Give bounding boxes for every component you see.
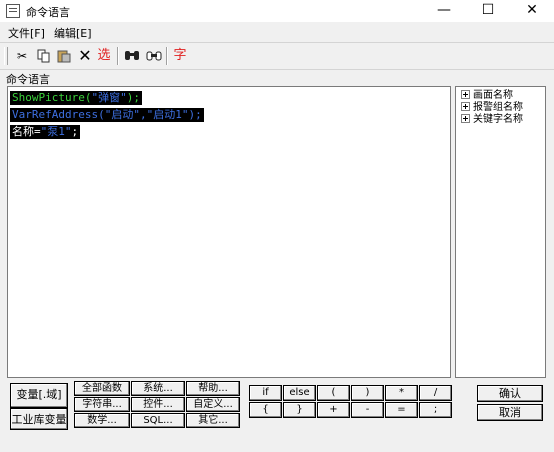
op-minus-button[interactable]: - xyxy=(351,402,384,418)
tree-item-alarm-group-names[interactable]: 报警组名称 xyxy=(461,101,523,114)
op-lparen-button[interactable]: ( xyxy=(317,385,350,401)
string-button[interactable]: 字符串... xyxy=(74,397,130,412)
code-line: 名称="泵1"; xyxy=(10,125,81,139)
system-button[interactable]: 系统... xyxy=(131,381,185,396)
op-multiply-button[interactable]: * xyxy=(385,385,418,401)
custom-button[interactable]: 自定义... xyxy=(186,397,240,412)
toolbar-grip[interactable] xyxy=(4,47,8,65)
delete-icon[interactable]: ✕ xyxy=(77,47,93,65)
find-icon[interactable] xyxy=(124,47,140,65)
font-icon[interactable]: 字 xyxy=(172,47,188,65)
cut-icon[interactable]: ✂ xyxy=(14,47,30,65)
math-button[interactable]: 数学... xyxy=(74,413,130,428)
app-icon xyxy=(6,4,20,18)
tree-item-keyword-names[interactable]: 关键字名称 xyxy=(461,113,523,126)
menu-bar: 文件[F] 编辑[E] xyxy=(0,22,554,40)
toolbar-separator xyxy=(166,47,168,65)
cancel-button[interactable]: 取消 xyxy=(477,404,543,421)
section-label: 命令语言 xyxy=(6,73,50,86)
op-if-button[interactable]: if xyxy=(249,385,282,401)
sql-button[interactable]: SQL... xyxy=(131,413,185,428)
copy-icon[interactable] xyxy=(36,47,52,65)
control-button[interactable]: 控件... xyxy=(131,397,185,412)
op-divide-button[interactable]: / xyxy=(419,385,452,401)
all-functions-button[interactable]: 全部函数 xyxy=(74,381,130,396)
select-icon[interactable]: 选 xyxy=(96,47,112,65)
maximize-button[interactable]: ☐ xyxy=(466,0,510,22)
replace-icon[interactable] xyxy=(146,47,162,65)
paste-icon[interactable] xyxy=(56,47,72,65)
op-else-button[interactable]: else xyxy=(283,385,316,401)
op-lbrace-button[interactable]: { xyxy=(249,402,282,418)
code-line: VarRefAddress("启动","启动1"); xyxy=(10,108,204,122)
expand-icon[interactable] xyxy=(461,113,470,123)
op-plus-button[interactable]: + xyxy=(317,402,350,418)
op-rparen-button[interactable]: ) xyxy=(351,385,384,401)
menu-file[interactable]: 文件[F] xyxy=(8,25,45,41)
toolbar: ✂ ✕ 选 字 xyxy=(0,42,554,70)
industrial-db-variable-button[interactable]: 工业库变量 xyxy=(10,408,68,430)
code-line: ShowPicture("弹窗"); xyxy=(10,91,142,105)
window-title: 命令语言 xyxy=(26,6,70,19)
op-equals-button[interactable]: = xyxy=(385,402,418,418)
op-rbrace-button[interactable]: } xyxy=(283,402,316,418)
minimize-button[interactable]: — xyxy=(422,0,466,22)
expand-icon[interactable] xyxy=(461,101,470,111)
expand-icon[interactable] xyxy=(461,89,470,99)
script-editor[interactable]: ShowPicture("弹窗"); VarRefAddress("启动","启… xyxy=(7,86,451,378)
toolbar-separator xyxy=(117,47,119,65)
tree-item-screen-names[interactable]: 画面名称 xyxy=(461,89,513,102)
title-bar: 命令语言 — ☐ ✕ xyxy=(0,0,554,22)
close-button[interactable]: ✕ xyxy=(510,0,554,22)
name-tree: 画面名称 报警组名称 关键字名称 xyxy=(455,86,546,378)
variable-domain-button[interactable]: 变量[.域] xyxy=(10,383,68,408)
help-button[interactable]: 帮助... xyxy=(186,381,240,396)
other-button[interactable]: 其它... xyxy=(186,413,240,428)
ok-button[interactable]: 确认 xyxy=(477,385,543,402)
menu-edit[interactable]: 编辑[E] xyxy=(54,25,92,41)
op-semicolon-button[interactable]: ; xyxy=(419,402,452,418)
